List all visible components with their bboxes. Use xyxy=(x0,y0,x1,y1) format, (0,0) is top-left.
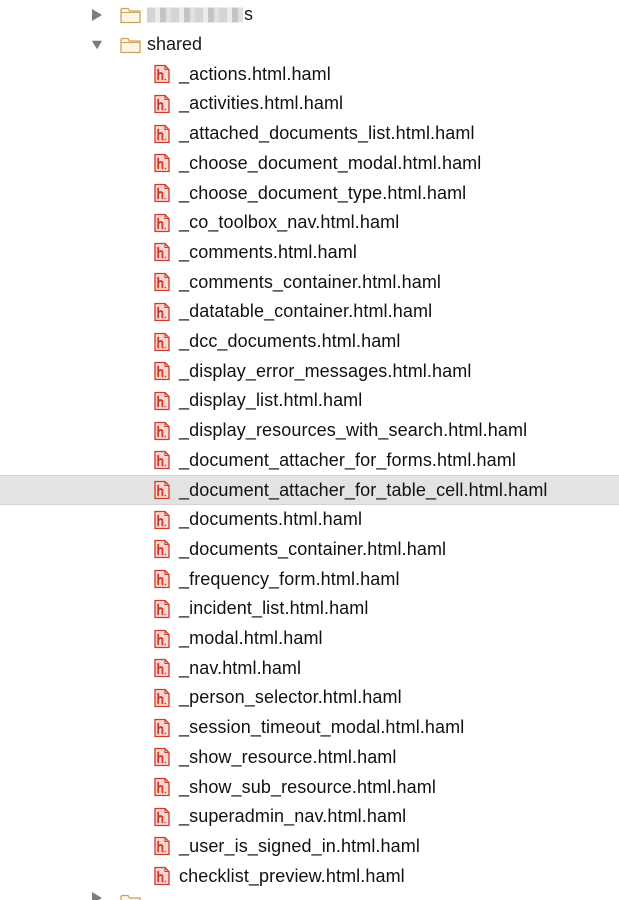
haml-file-icon xyxy=(154,421,170,440)
haml-file-icon xyxy=(154,629,170,648)
haml-file-icon xyxy=(154,688,170,708)
haml-file-icon xyxy=(154,243,170,262)
file-label: _show_resource.html.haml xyxy=(179,746,397,767)
haml-file-icon xyxy=(154,866,170,886)
haml-file-icon xyxy=(154,659,170,678)
file-row[interactable]: _co_toolbox_nav.html.haml xyxy=(0,208,619,238)
file-row[interactable]: _user_is_signed_in.html.haml xyxy=(0,832,619,862)
file-label: _show_sub_resource.html.haml xyxy=(179,776,436,797)
file-label: _dcc_documents.html.haml xyxy=(179,331,401,352)
file-row[interactable]: _dcc_documents.html.haml xyxy=(0,327,619,357)
haml-file-icon xyxy=(154,837,170,856)
file-label: _session_timeout_modal.html.haml xyxy=(179,717,465,738)
file-label: _document_attacher_for_table_cell.html.h… xyxy=(179,479,548,500)
haml-file-icon xyxy=(154,807,170,826)
folder-label-shared: shared xyxy=(147,34,203,55)
file-row[interactable]: _nav.html.haml xyxy=(0,653,619,683)
file-row[interactable]: _frequency_form.html.haml xyxy=(0,564,619,594)
folder-row-partial[interactable] xyxy=(0,890,619,900)
file-row[interactable]: _choose_document_type.html.haml xyxy=(0,178,619,208)
haml-file-icon xyxy=(154,480,170,500)
file-row[interactable]: _documents_container.html.haml xyxy=(0,535,619,565)
folder-name-suffix: s xyxy=(244,4,253,25)
haml-file-icon xyxy=(154,510,170,529)
redacted-folder-name xyxy=(147,7,243,23)
haml-file-icon xyxy=(154,362,170,381)
haml-file-icon xyxy=(154,332,170,351)
project-file-tree: s shared _actions.html.haml _activities.h… xyxy=(0,0,619,900)
haml-file-icon xyxy=(154,302,170,321)
file-label: _frequency_form.html.haml xyxy=(179,568,400,589)
haml-file-icon xyxy=(154,65,170,84)
haml-file-icon xyxy=(154,599,170,618)
triangle-right-icon[interactable] xyxy=(91,892,103,900)
haml-file-icon xyxy=(154,213,170,232)
file-label: _display_error_messages.html.haml xyxy=(179,360,472,381)
file-row[interactable]: _attached_documents_list.html.haml xyxy=(0,119,619,149)
file-label: _modal.html.haml xyxy=(179,628,323,649)
file-row[interactable]: _modal.html.haml xyxy=(0,624,619,654)
haml-file-icon xyxy=(154,272,170,292)
file-row[interactable]: _incident_list.html.haml xyxy=(0,594,619,624)
file-label: _choose_document_modal.html.haml xyxy=(179,152,482,173)
file-label: _datatable_container.html.haml xyxy=(179,301,433,322)
file-label: _documents_container.html.haml xyxy=(179,538,447,559)
file-row[interactable]: _show_sub_resource.html.haml xyxy=(0,772,619,802)
file-row[interactable]: _datatable_container.html.haml xyxy=(0,297,619,327)
folder-icon xyxy=(120,6,141,23)
haml-file-icon xyxy=(154,718,170,737)
file-label: _choose_document_type.html.haml xyxy=(179,182,467,203)
haml-file-icon xyxy=(154,391,170,411)
file-label: _display_list.html.haml xyxy=(179,390,363,411)
haml-file-icon xyxy=(154,94,170,114)
file-label: _comments_container.html.haml xyxy=(179,271,442,292)
haml-file-icon xyxy=(154,777,170,797)
file-row[interactable]: _documents.html.haml xyxy=(0,505,619,535)
folder-row-collapsed[interactable]: s xyxy=(0,0,619,30)
file-label: _user_is_signed_in.html.haml xyxy=(179,835,420,856)
haml-file-icon xyxy=(154,124,170,143)
file-row[interactable]: _display_list.html.haml xyxy=(0,386,619,416)
file-row[interactable]: _superadmin_nav.html.haml xyxy=(0,802,619,832)
haml-file-icon xyxy=(154,540,170,559)
file-label: _document_attacher_for_forms.html.haml xyxy=(179,449,516,470)
file-row[interactable]: _activities.html.haml xyxy=(0,89,619,119)
file-label: _comments.html.haml xyxy=(179,241,357,262)
file-row[interactable]: _person_selector.html.haml xyxy=(0,683,619,713)
file-row[interactable]: _comments.html.haml xyxy=(0,238,619,268)
folder-row-shared[interactable]: shared xyxy=(0,30,619,60)
file-label: _attached_documents_list.html.haml xyxy=(179,123,475,144)
haml-file-icon xyxy=(154,154,170,173)
folder-icon xyxy=(120,894,141,900)
file-row[interactable]: _choose_document_modal.html.haml xyxy=(0,149,619,179)
file-label: checklist_preview.html.haml xyxy=(179,865,405,886)
file-row[interactable]: _document_attacher_for_forms.html.haml xyxy=(0,446,619,476)
file-label: _co_toolbox_nav.html.haml xyxy=(179,212,400,233)
file-row[interactable]: _document_attacher_for_table_cell.html.h… xyxy=(0,475,619,505)
haml-file-icon xyxy=(154,569,170,589)
file-label: _activities.html.haml xyxy=(179,93,344,114)
file-row[interactable]: checklist_preview.html.haml xyxy=(0,861,619,891)
triangle-right-icon[interactable] xyxy=(91,8,103,21)
haml-file-icon xyxy=(154,183,170,203)
haml-file-icon xyxy=(154,748,170,767)
file-row[interactable]: _show_resource.html.haml xyxy=(0,743,619,773)
file-label: _person_selector.html.haml xyxy=(179,687,402,708)
haml-file-icon xyxy=(154,451,170,470)
file-label: _documents.html.haml xyxy=(179,509,363,530)
file-row[interactable]: _comments_container.html.haml xyxy=(0,267,619,297)
file-row[interactable]: _display_error_messages.html.haml xyxy=(0,356,619,386)
file-label: _incident_list.html.haml xyxy=(179,598,369,619)
file-row[interactable]: _session_timeout_modal.html.haml xyxy=(0,713,619,743)
folder-icon xyxy=(120,36,141,53)
triangle-down-icon[interactable] xyxy=(91,39,103,51)
file-label: _superadmin_nav.html.haml xyxy=(179,806,407,827)
file-label: _nav.html.haml xyxy=(179,657,302,678)
file-label: _actions.html.haml xyxy=(179,63,331,84)
file-row[interactable]: _actions.html.haml xyxy=(0,59,619,89)
file-row[interactable]: _display_resources_with_search.html.haml xyxy=(0,416,619,446)
file-label: _display_resources_with_search.html.haml xyxy=(179,420,528,441)
